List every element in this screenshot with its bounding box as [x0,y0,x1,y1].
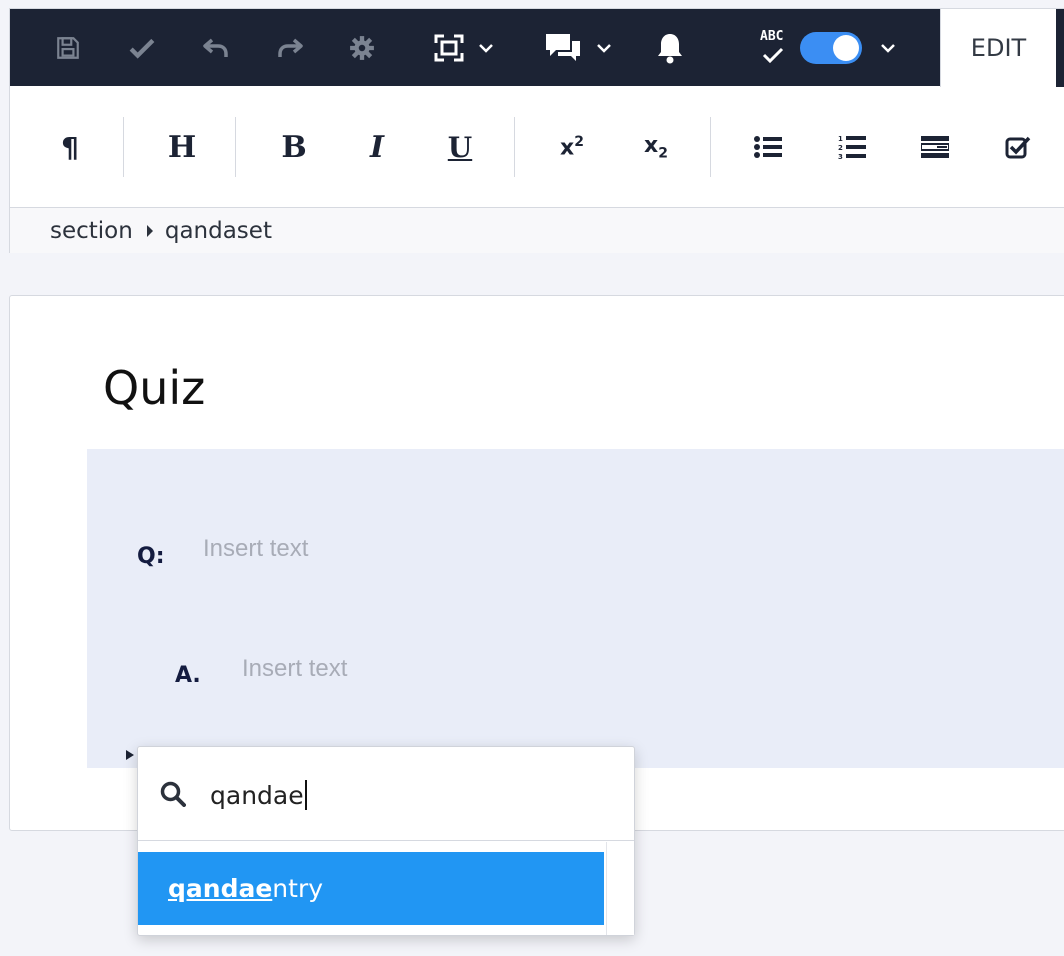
breadcrumb: section qandaset [10,207,1064,253]
undo-button[interactable] [196,9,236,86]
gear-icon [350,35,374,60]
toolbar-separator [514,117,515,177]
qandaset-block[interactable]: Q: Insert text A. Insert text [87,449,1064,768]
spellcheck-icon: ABC [756,28,790,65]
superscript-button[interactable]: x2 [550,87,594,207]
save-button[interactable] [48,9,88,86]
list-item[interactable]: qandae ntry [138,852,604,925]
settings-button[interactable] [342,9,382,86]
underline-icon: U [447,130,473,164]
insertion-marker-icon [126,750,134,760]
numbered-list-button[interactable]: 1 2 3 [830,87,874,207]
formatting-toolbar: ¶ H B I U x2 x2 1 2 3 [10,87,1064,207]
comments-dropdown[interactable] [538,9,618,86]
chevron-down-icon [479,43,493,53]
paragraph-button[interactable]: ¶ [48,87,92,207]
tab-edit[interactable]: EDIT [940,9,1056,87]
notifications-button[interactable] [650,9,690,86]
toggle-knob [833,34,859,61]
page-title[interactable]: Quiz [103,361,205,415]
redo-icon [278,38,303,57]
breadcrumb-separator-icon [146,224,153,237]
chevron-down-icon [597,43,611,53]
topbar-edge [1056,9,1064,87]
save-icon [57,36,79,59]
bullet-list-button[interactable] [746,87,790,207]
comments-icon [546,33,580,61]
popup-search-bar: qandae [138,747,634,841]
bold-button[interactable]: B [272,87,316,207]
superscript-base: x [560,135,575,161]
top-toolbar: ABC [10,9,940,86]
breadcrumb-item-qandaset[interactable]: qandaset [165,218,272,244]
breadcrumb-item-section[interactable]: section [50,218,133,244]
toolbar-separator [710,117,711,177]
question-input[interactable]: Insert text [203,535,308,563]
checkmark-icon [129,38,155,59]
heading-icon: H [167,129,197,165]
element-results-list: qandae ntry [138,852,606,925]
text-cursor [304,780,307,810]
bullet-list-icon [754,136,782,158]
bold-icon: B [281,129,307,165]
toolbar-separator [235,117,236,177]
italic-icon: I [369,129,385,165]
answer-label: A. [175,663,201,688]
answer-input[interactable]: Insert text [242,655,347,683]
paragraph-icon: ¶ [61,130,79,164]
checkbox-icon [1005,136,1031,159]
question-label: Q: [137,544,165,569]
match-rest: ntry [272,874,324,903]
subscript-exp: 2 [658,145,668,162]
match-highlight: qandae [168,874,273,903]
italic-button[interactable]: I [355,87,399,207]
bell-icon [658,33,682,63]
spellcheck-toggle[interactable] [800,31,862,64]
checklist-button[interactable] [996,87,1040,207]
validate-button[interactable] [122,9,162,86]
heading-button[interactable]: H [160,87,204,207]
subscript-base: x [644,132,659,158]
definition-list-button[interactable] [913,87,957,207]
numbered-list-icon: 1 2 3 [838,135,866,160]
superscript-icon: x2 [560,134,584,160]
search-value: qandae [210,781,304,810]
chevron-down-icon [881,43,895,53]
underline-button[interactable]: U [438,87,482,207]
subscript-button[interactable]: x2 [634,87,678,207]
superscript-exp: 2 [574,133,584,150]
search-icon [160,781,186,807]
svg-text:2: 2 [838,144,843,152]
view-mode-dropdown[interactable] [424,9,504,86]
fullscreen-icon [434,34,464,61]
svg-text:1: 1 [838,135,843,143]
subscript-icon: x2 [644,133,668,161]
results-scrollbar[interactable] [606,842,634,935]
redo-button[interactable] [270,9,310,86]
element-search-input[interactable]: qandae [210,780,307,810]
toolbar-separator [123,117,124,177]
spellcheck-label: ABC [760,28,784,44]
element-search-popup: qandae qandae ntry [137,746,635,936]
definition-list-icon [921,136,949,158]
spellcheck-control[interactable]: ABC [746,9,906,86]
editor-frame: ABC EDIT ¶ H B I U x2 x2 1 2 3 section q… [9,8,1064,253]
svg-text:3: 3 [838,153,843,160]
undo-icon [203,38,228,57]
tab-edit-label: EDIT [970,34,1027,62]
